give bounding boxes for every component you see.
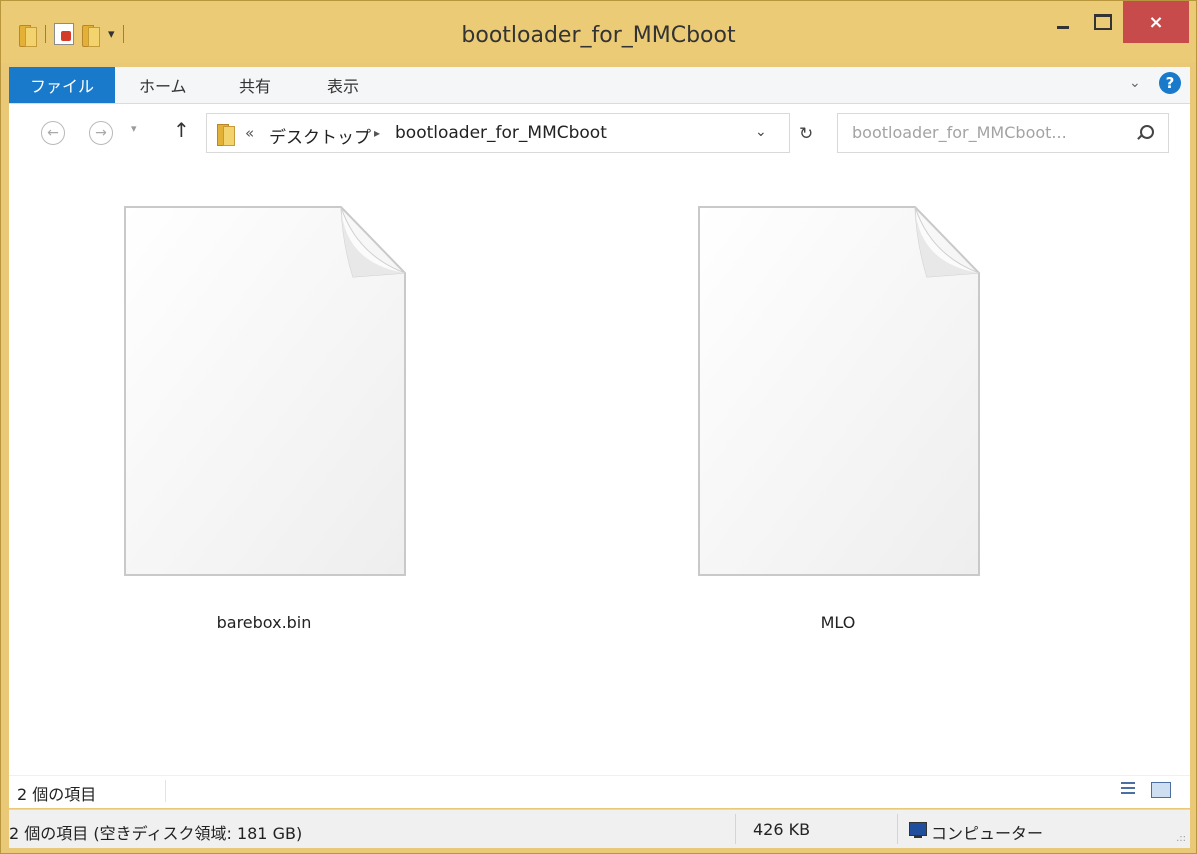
details-bar: 2 個の項目 [9,775,1190,808]
tab-share[interactable]: 共有 [239,67,271,103]
details-view-icon[interactable] [1121,782,1135,796]
maximize-button[interactable] [1083,1,1123,43]
up-button[interactable]: ↑ [173,118,190,142]
computer-icon [909,822,927,838]
recent-locations-dropdown[interactable]: ▾ [131,122,137,135]
tab-home[interactable]: ホーム [139,67,187,103]
search-box[interactable]: bootloader_for_MMCboot... [837,113,1169,153]
search-placeholder: bootloader_for_MMCboot... [852,123,1067,142]
title-bar[interactable]: ▾ bootloader_for_MMCboot × [1,1,1196,63]
breadcrumb-arrow-icon[interactable]: ▸ [374,126,380,140]
expand-ribbon-icon[interactable]: ⌄ [1129,75,1141,91]
large-icons-view-icon[interactable] [1151,782,1171,798]
item-count: 2 個の項目 [17,785,97,804]
close-icon: × [1148,11,1164,33]
forward-button[interactable]: → [89,121,113,145]
resize-grip-icon[interactable]: .:: [1176,833,1186,844]
status-location: コンピューター [931,824,1044,843]
divider [735,814,736,844]
status-bar: 2 個の項目 (空きディスク領域: 181 GB) 426 KB コンピューター… [9,809,1190,848]
ribbon-tabs: ファイル ホーム 共有 表示 ⌄ ? [9,67,1190,104]
help-icon[interactable]: ? [1159,72,1181,94]
file-list-pane[interactable]: barebox.bin MLO [9,162,1190,775]
file-name: MLO [820,613,856,632]
breadcrumb-current-folder[interactable]: bootloader_for_MMCboot [395,123,607,143]
minimize-icon [1057,25,1069,29]
breadcrumb-desktop[interactable]: デスクトップ [269,123,371,148]
tab-view[interactable]: 表示 [327,67,359,103]
window-title: bootloader_for_MMCboot [461,23,736,48]
folder-icon [217,124,235,146]
close-button[interactable]: × [1123,1,1189,43]
file-name: barebox.bin [216,613,312,632]
blank-document-icon [695,205,981,577]
status-size: 426 KB [753,820,811,839]
navigation-bar: ← → ▾ ↑ « デスクトップ ▸ bootloader_for_MMCboo… [9,104,1190,162]
status-summary: 2 個の項目 (空きディスク領域: 181 GB) [9,824,303,843]
tab-file[interactable]: ファイル [9,67,115,103]
explorer-window: ▾ bootloader_for_MMCboot × ファイル ホーム 共有 表… [0,0,1197,854]
address-dropdown-icon[interactable]: ⌄ [755,124,767,140]
maximize-icon [1094,14,1112,30]
minimize-button[interactable] [1043,1,1083,43]
breadcrumb-overflow[interactable]: « [245,124,254,142]
refresh-icon[interactable]: ↻ [799,124,813,144]
search-icon[interactable] [1140,125,1154,139]
divider [165,780,166,802]
address-bar[interactable]: « デスクトップ ▸ bootloader_for_MMCboot ⌄ [206,113,790,153]
divider [897,814,898,844]
back-button[interactable]: ← [41,121,65,145]
blank-document-icon [121,205,407,577]
